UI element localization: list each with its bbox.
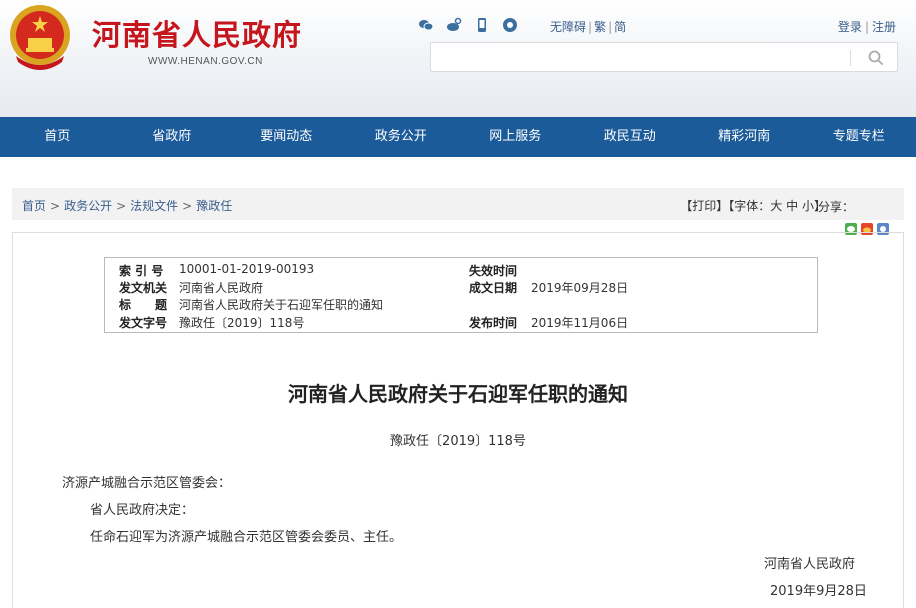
breadcrumb-separator: >: [50, 199, 61, 213]
share-icons: [845, 220, 889, 235]
breadcrumb-public-affairs[interactable]: 政务公开: [64, 199, 112, 213]
accessibility-link[interactable]: 无障碍: [550, 20, 586, 34]
document-date: 2019年9月28日: [770, 584, 867, 599]
font-medium-button[interactable]: 中: [786, 199, 798, 213]
headphone-icon[interactable]: [502, 17, 518, 33]
nav-item-topics[interactable]: 专题专栏: [802, 117, 916, 157]
meta-title-value: 河南省人民政府关于石迎军任职的通知: [179, 298, 384, 312]
separator: |: [864, 20, 869, 34]
traditional-link[interactable]: 繁: [594, 20, 606, 34]
meta-docno-value: 豫政任〔2019〕118号: [179, 316, 305, 330]
register-link[interactable]: 注册: [872, 20, 896, 34]
breadcrumb-home[interactable]: 首页: [22, 199, 46, 213]
document-paragraph: 省人民政府决定：: [90, 503, 195, 518]
document-signature: 河南省人民政府: [764, 557, 856, 572]
breadcrumb: 首页 > 政务公开 > 法规文件 > 豫政任: [22, 197, 232, 214]
national-emblem-icon: [10, 5, 70, 70]
separator: |: [588, 20, 593, 34]
document-number: 豫政任〔2019〕118号: [390, 434, 526, 449]
nav-item-home[interactable]: 首页: [0, 117, 115, 157]
breadcrumb-separator: >: [182, 199, 193, 213]
site-header: 河南省人民政府 WWW.HENAN.GOV.CN 无障碍 | 繁 | 简 登录 | 注册: [0, 0, 916, 117]
document-recipient: 济源产城融合示范区管委会：: [62, 476, 232, 491]
share-label: 分享：: [817, 200, 854, 214]
social-icons: [418, 17, 518, 33]
page-tools: 【打印】【字体：大 中 小】: [680, 197, 826, 214]
nav-item-public-affairs[interactable]: 政务公开: [344, 117, 459, 157]
document-paragraph: 任命石迎军为济源产城融合示范区管委会委员、主任。: [90, 530, 403, 545]
nav-item-government[interactable]: 省政府: [115, 117, 230, 157]
meta-expire-label: 失效时间: [469, 264, 518, 278]
nav-item-interaction[interactable]: 政民互动: [573, 117, 688, 157]
weibo-icon[interactable]: [446, 17, 462, 33]
meta-issuer-label: 发文机关: [119, 281, 168, 295]
weibo-share-icon[interactable]: [861, 220, 873, 235]
meta-created-label: 成文日期: [469, 281, 518, 295]
wechat-share-icon[interactable]: [845, 220, 857, 235]
access-links: 无障碍 | 繁 | 简: [550, 18, 626, 35]
site-url: WWW.HENAN.GOV.CN: [148, 56, 263, 67]
meta-published-value: 2019年11月06日: [531, 316, 629, 330]
nav-item-online-service[interactable]: 网上服务: [458, 117, 573, 157]
search-divider: [850, 50, 851, 66]
font-large-button[interactable]: 大: [770, 199, 782, 213]
nav-item-news[interactable]: 要闻动态: [229, 117, 344, 157]
document-metadata: 索 引 号 10001-01-2019-00193 失效时间 发文机关 河南省人…: [104, 257, 818, 333]
login-link[interactable]: 登录: [838, 20, 862, 34]
breadcrumb-bar: 首页 > 政务公开 > 法规文件 > 豫政任 【打印】【字体：大 中 小】 分享：: [12, 188, 904, 220]
login-links: 登录 | 注册: [838, 18, 896, 35]
search-input[interactable]: [437, 47, 847, 67]
meta-index-value: 10001-01-2019-00193: [179, 262, 315, 276]
meta-published-label: 发布时间: [469, 316, 518, 330]
wechat-icon[interactable]: [418, 17, 434, 33]
font-size-label: 【字体：: [728, 199, 771, 213]
meta-docno-label: 发文字号: [119, 316, 168, 330]
nav-item-henan[interactable]: 精彩河南: [687, 117, 802, 157]
search-box: [430, 42, 898, 72]
simplified-link[interactable]: 简: [614, 20, 626, 34]
meta-index-label: 索 引 号: [119, 264, 164, 278]
main-nav: 首页 省政府 要闻动态 政务公开 网上服务 政民互动 精彩河南 专题专栏: [0, 117, 916, 157]
document-title: 河南省人民政府关于石迎军任职的通知: [288, 382, 628, 406]
breadcrumb-current[interactable]: 豫政任: [196, 199, 232, 213]
site-title[interactable]: 河南省人民政府: [92, 12, 302, 54]
meta-issuer-value: 河南省人民政府: [179, 281, 264, 295]
breadcrumb-separator: >: [116, 199, 127, 213]
separator: |: [608, 20, 613, 34]
meta-created-value: 2019年09月28日: [531, 281, 629, 295]
print-button[interactable]: 【打印】: [680, 199, 728, 213]
meta-title-label: 标 题: [119, 298, 168, 312]
breadcrumb-regulations[interactable]: 法规文件: [130, 199, 178, 213]
mobile-icon[interactable]: [474, 17, 490, 33]
search-icon[interactable]: [867, 49, 885, 67]
qzone-share-icon[interactable]: [877, 220, 889, 235]
font-small-button[interactable]: 小: [802, 199, 814, 213]
